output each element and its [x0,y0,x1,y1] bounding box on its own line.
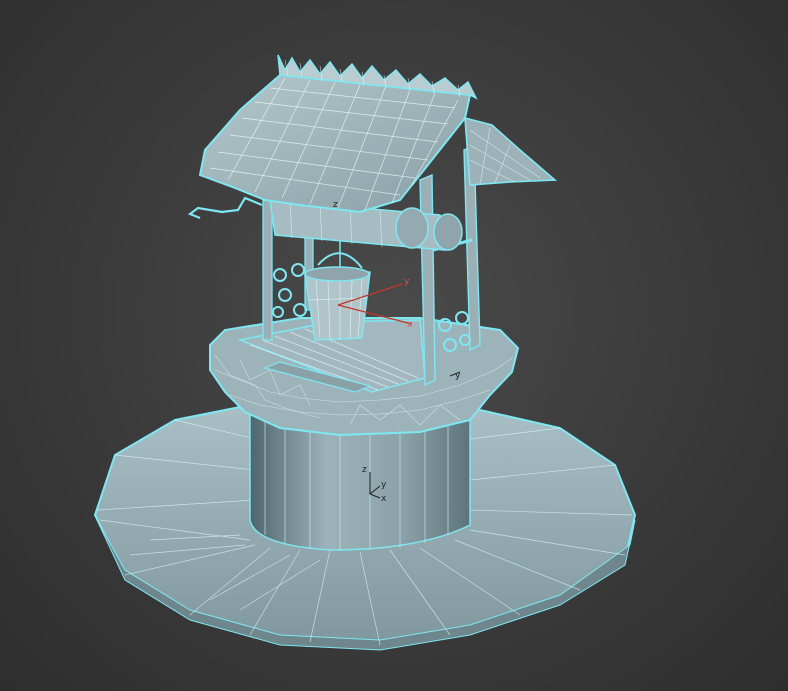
bucket-axis-y-label: y [404,277,410,287]
base-axis-z-label: z [362,465,367,475]
3d-viewport[interactable]: z y x z y x y [0,0,788,691]
roof[interactable] [198,54,558,214]
bucket-axis-x-label: x [407,320,413,330]
roof-axis-z-label: z [333,200,338,210]
crank-handle[interactable] [187,196,263,220]
roof-pivot-gizmo: z [333,200,338,210]
side-axis-y-label: y [455,371,461,381]
base-axis-x-label: x [381,494,387,504]
bucket[interactable] [304,240,371,341]
base-axis-y-label: y [381,480,387,490]
